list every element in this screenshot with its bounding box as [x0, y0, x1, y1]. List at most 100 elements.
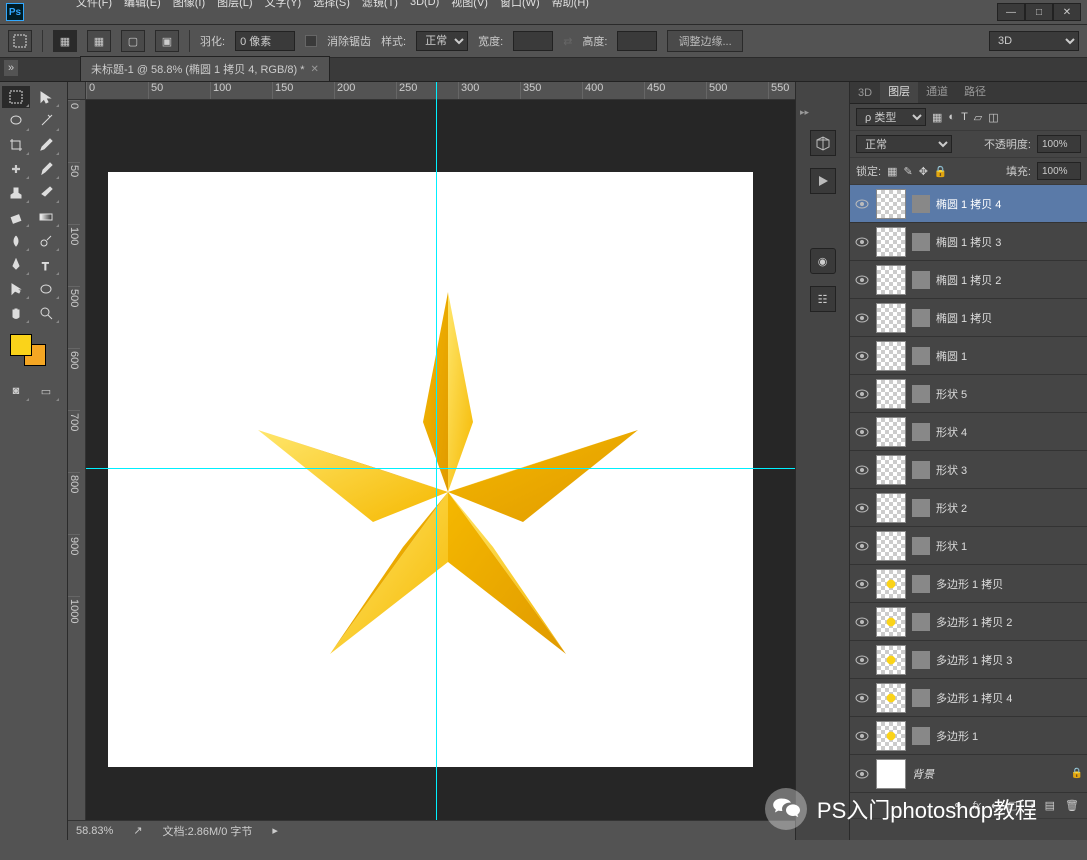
- link-layers-icon[interactable]: ⚭: [953, 799, 962, 812]
- layer-mask-thumbnail[interactable]: [912, 613, 930, 631]
- layer-name[interactable]: 椭圆 1 拷贝 2: [936, 272, 1083, 288]
- visibility-icon[interactable]: [854, 196, 870, 212]
- history-brush-tool[interactable]: [32, 182, 60, 204]
- layer-mask-thumbnail[interactable]: [912, 727, 930, 745]
- menu-item[interactable]: 图层(L): [211, 0, 258, 12]
- menu-item[interactable]: 滤镜(T): [356, 0, 404, 12]
- layer-name[interactable]: 多边形 1 拷贝 2: [936, 614, 1083, 630]
- dock-play-icon[interactable]: [810, 168, 836, 194]
- visibility-icon[interactable]: [854, 690, 870, 706]
- layer-thumbnail[interactable]: [876, 759, 906, 789]
- layer-name[interactable]: 形状 1: [936, 538, 1083, 554]
- panel-tab[interactable]: 路径: [956, 82, 994, 103]
- layer-name[interactable]: 椭圆 1: [936, 348, 1083, 364]
- layer-row[interactable]: 多边形 1 拷贝 3: [850, 641, 1087, 679]
- menu-item[interactable]: 窗口(W): [494, 0, 546, 12]
- layer-mask-icon[interactable]: ◐: [991, 800, 998, 812]
- tab-overflow-icon[interactable]: »: [4, 60, 18, 76]
- eyedropper-tool[interactable]: [32, 134, 60, 156]
- ruler-vertical[interactable]: 0501005006007008009001000: [68, 100, 86, 820]
- layer-mask-thumbnail[interactable]: [912, 499, 930, 517]
- guide-vertical[interactable]: [436, 82, 437, 840]
- layer-mask-thumbnail[interactable]: [912, 651, 930, 669]
- visibility-icon[interactable]: [854, 386, 870, 402]
- visibility-icon[interactable]: [854, 500, 870, 516]
- menu-item[interactable]: 视图(V): [445, 0, 494, 12]
- foreground-color[interactable]: [10, 334, 32, 356]
- fill-input[interactable]: [1037, 162, 1081, 180]
- layer-mask-thumbnail[interactable]: [912, 271, 930, 289]
- layer-thumbnail[interactable]: [876, 455, 906, 485]
- healing-tool[interactable]: ✚: [2, 158, 30, 180]
- filter-type-icon[interactable]: T: [961, 111, 968, 123]
- new-layer-icon[interactable]: ▤: [1045, 799, 1055, 812]
- filter-pixel-icon[interactable]: ▦: [932, 111, 942, 124]
- layer-thumbnail[interactable]: [876, 645, 906, 675]
- new-folder-icon[interactable]: ▢: [1008, 799, 1018, 812]
- visibility-icon[interactable]: [854, 272, 870, 288]
- crop-tool[interactable]: [2, 134, 30, 156]
- layer-thumbnail[interactable]: [876, 303, 906, 333]
- panel-tab[interactable]: 图层: [880, 82, 918, 103]
- zoom-level[interactable]: 58.83%: [76, 825, 113, 837]
- layer-name[interactable]: 形状 4: [936, 424, 1083, 440]
- filter-adjust-icon[interactable]: ◐: [948, 111, 955, 123]
- layer-mask-thumbnail[interactable]: [912, 689, 930, 707]
- lock-all-icon[interactable]: 🔒: [934, 165, 948, 178]
- feather-input[interactable]: [235, 31, 295, 51]
- lasso-tool[interactable]: [2, 110, 30, 132]
- menu-item[interactable]: 选择(S): [307, 0, 356, 12]
- layer-row[interactable]: 多边形 1 拷贝 2: [850, 603, 1087, 641]
- layer-row[interactable]: 形状 1: [850, 527, 1087, 565]
- layer-mask-thumbnail[interactable]: [912, 233, 930, 251]
- layer-name[interactable]: 多边形 1 拷贝 3: [936, 652, 1083, 668]
- panel-tab[interactable]: 通道: [918, 82, 956, 103]
- guide-horizontal[interactable]: [86, 468, 795, 469]
- shape-tool[interactable]: [32, 278, 60, 300]
- marquee-tool[interactable]: [2, 86, 30, 108]
- visibility-icon[interactable]: [854, 234, 870, 250]
- marquee-tool-icon[interactable]: [8, 30, 32, 52]
- layer-mask-thumbnail[interactable]: [912, 423, 930, 441]
- layer-thumbnail[interactable]: [876, 341, 906, 371]
- filter-shape-icon[interactable]: ▱: [974, 111, 982, 124]
- panel-tab[interactable]: 3D: [850, 83, 880, 103]
- layer-thumbnail[interactable]: [876, 227, 906, 257]
- opacity-input[interactable]: [1037, 135, 1081, 153]
- dock-3d-icon[interactable]: [810, 130, 836, 156]
- layer-thumbnail[interactable]: [876, 493, 906, 523]
- layer-thumbnail[interactable]: [876, 379, 906, 409]
- layer-thumbnail[interactable]: [876, 531, 906, 561]
- layer-thumbnail[interactable]: [876, 721, 906, 751]
- brush-tool[interactable]: [32, 158, 60, 180]
- menu-item[interactable]: 文件(F): [70, 0, 118, 12]
- visibility-icon[interactable]: [854, 348, 870, 364]
- layer-mask-thumbnail[interactable]: [912, 385, 930, 403]
- delete-layer-icon[interactable]: 🗑: [1065, 799, 1079, 812]
- layer-row[interactable]: 椭圆 1 拷贝: [850, 299, 1087, 337]
- export-icon[interactable]: ↗: [133, 824, 142, 837]
- filter-smart-icon[interactable]: ◫: [988, 111, 998, 124]
- layer-mask-thumbnail[interactable]: [912, 575, 930, 593]
- blur-tool[interactable]: [2, 230, 30, 252]
- stamp-tool[interactable]: [2, 182, 30, 204]
- layer-thumbnail[interactable]: [876, 683, 906, 713]
- layer-row[interactable]: 形状 2: [850, 489, 1087, 527]
- layer-mask-thumbnail[interactable]: [912, 195, 930, 213]
- new-adjustment-icon[interactable]: ◑: [1028, 800, 1035, 812]
- layer-mask-thumbnail[interactable]: [912, 537, 930, 555]
- type-tool[interactable]: T: [32, 254, 60, 276]
- layer-row[interactable]: 背景 🔒: [850, 755, 1087, 793]
- workspace-select[interactable]: 3D: [989, 31, 1079, 51]
- filter-type-select[interactable]: ρ 类型: [856, 108, 926, 126]
- visibility-icon[interactable]: [854, 614, 870, 630]
- refine-edge-button[interactable]: 调整边缘...: [667, 30, 742, 52]
- layer-mask-thumbnail[interactable]: [912, 309, 930, 327]
- lock-move-icon[interactable]: ✥: [919, 165, 928, 178]
- menu-item[interactable]: 帮助(H): [546, 0, 595, 12]
- layer-row[interactable]: 形状 4: [850, 413, 1087, 451]
- layer-row[interactable]: 形状 5: [850, 375, 1087, 413]
- layer-mask-thumbnail[interactable]: [912, 347, 930, 365]
- dock-toggle-icon[interactable]: ▸▸: [796, 107, 809, 118]
- layer-name[interactable]: 多边形 1 拷贝 4: [936, 690, 1083, 706]
